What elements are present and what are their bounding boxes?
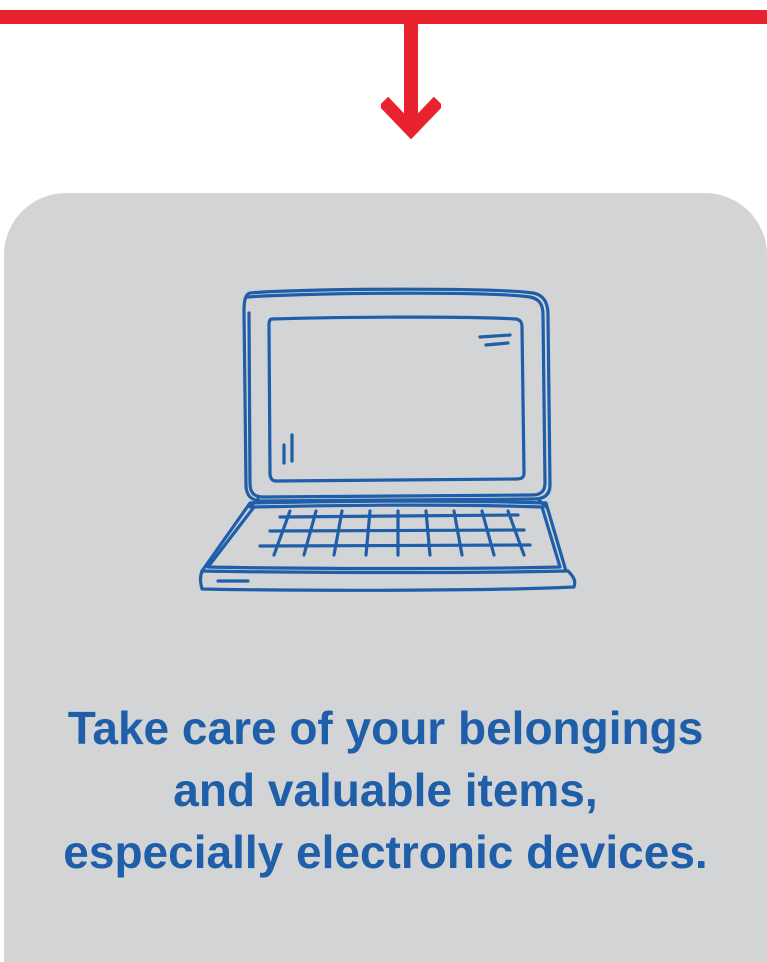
tip-card: Take care of your belongings and valuabl… [4, 193, 767, 962]
tip-message-line-1: Take care of your belongings [67, 702, 704, 754]
laptop-icon [198, 287, 577, 592]
tip-message: Take care of your belongings and valuabl… [4, 697, 767, 883]
tip-message-line-2: and valuable items, [173, 764, 598, 816]
down-arrow-icon [381, 10, 441, 140]
tip-message-line-3: especially electronic devices. [63, 826, 708, 878]
infographic-step: Take care of your belongings and valuabl… [0, 0, 767, 962]
